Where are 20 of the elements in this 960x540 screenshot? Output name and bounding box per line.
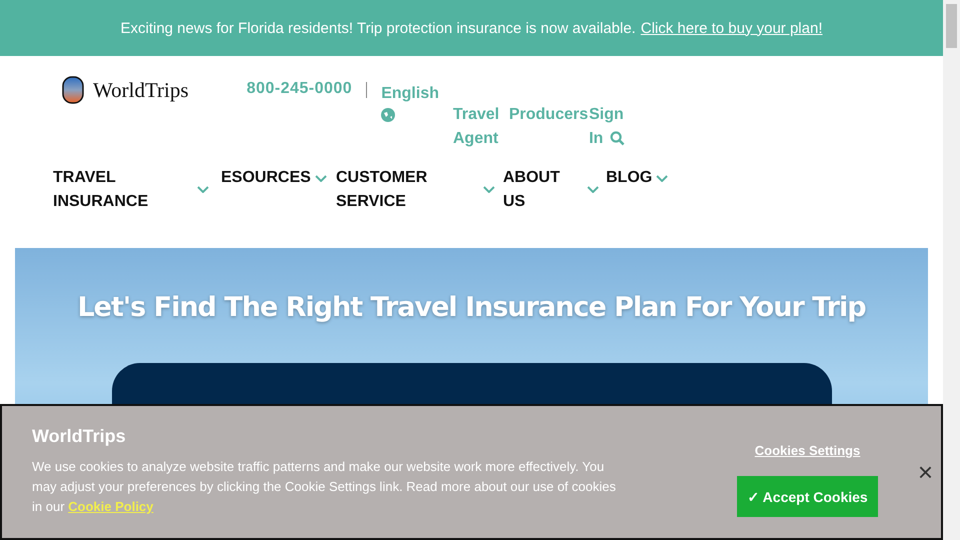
language-link[interactable]: English — [381, 82, 439, 106]
nav-menu-item[interactable]: BLOG — [606, 166, 652, 190]
cookie-banner-title: WorldTrips — [32, 426, 127, 447]
close-button[interactable]: × — [918, 460, 933, 484]
cookies-settings-link[interactable]: Cookies Settings — [754, 443, 860, 458]
hero-title: Let's Find The Right Travel Insurance Plan For Your Trip — [77, 292, 866, 323]
announcement-text: Exciting news for Florida residents! Trip protection insurance is now available. — [120, 20, 636, 36]
buy-plan-link[interactable]: Click here to buy your plan! — [640, 20, 822, 36]
travel-agent-link[interactable]: Travel Agent — [452, 103, 503, 151]
nav-menu-item[interactable]: TRAVEL INSURANCE — [53, 166, 193, 214]
producers-link[interactable]: Producers — [508, 103, 589, 127]
cookie-policy-link[interactable]: Cookie Policy — [68, 499, 154, 514]
logo-text[interactable]: WorldTrips — [93, 78, 189, 102]
accept-cookies-button[interactable]: ✓ Accept Cookies — [737, 476, 878, 517]
phone-link[interactable]: 800-245-0000 — [246, 80, 352, 98]
nav-menu-item[interactable]: CUSTOMER SERVICE — [336, 166, 479, 214]
nav-menu-item[interactable]: ESOURCES — [221, 166, 311, 190]
nav-menu-item[interactable]: ABOUT US — [503, 166, 583, 214]
cookie-notice: We use cookies to analyze website traffic patterns and make our website work more effectively. You may adjust your preferences by clicking the Cookie Settings link. Read more about our use of cookies in our Cookie Policy — [32, 458, 617, 516]
sign-in-link[interactable]: Sign In — [588, 103, 627, 151]
